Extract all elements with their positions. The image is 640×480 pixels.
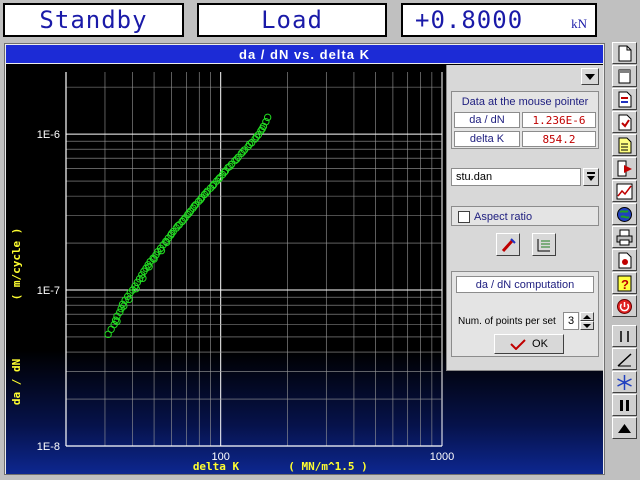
file-name: stu.dan <box>456 171 493 183</box>
deltak-label: delta K <box>454 131 520 147</box>
graph-button[interactable] <box>612 180 637 202</box>
blank-window-button[interactable] <box>612 65 637 87</box>
check-icon <box>510 339 526 350</box>
globe-button[interactable] <box>612 203 637 225</box>
status-value-display: +0.8000 kN <box>401 3 597 37</box>
open-file-button[interactable] <box>612 88 637 110</box>
settings-document-icon <box>618 252 632 268</box>
triangle-up-icon <box>618 423 631 433</box>
ramp-icon <box>617 352 632 367</box>
data-point <box>117 304 125 313</box>
status-mode: Standby <box>39 6 148 34</box>
data-point <box>247 139 256 147</box>
dadn-window: da / dN vs. delta K 1E-8 1E-7 1E-6 100 1000 d… <box>4 43 605 475</box>
pause-button[interactable] <box>612 394 637 416</box>
wand-icon <box>501 237 516 252</box>
status-mode-display: Standby <box>3 3 184 37</box>
x-axis-unit: ( MN/m^1.5 ) <box>288 460 367 473</box>
points-per-set-input[interactable]: 3 <box>563 312 579 330</box>
new-document-icon <box>618 45 632 61</box>
arrow-down-icon <box>587 172 595 181</box>
right-toolbar: ? <box>608 40 640 480</box>
data-point <box>196 195 205 204</box>
help-icon: ? <box>617 275 632 292</box>
triangle-down-icon <box>585 73 595 80</box>
globe-icon <box>617 206 632 222</box>
window-title: da / dN vs. delta K <box>6 45 603 63</box>
points-increment-button[interactable] <box>580 312 594 321</box>
cyclic-tool-button[interactable] <box>612 371 637 393</box>
y-axis-label: da / dN <box>10 359 23 405</box>
window-icon <box>618 69 631 83</box>
vertical-lines-icon <box>620 330 629 342</box>
report-icon <box>618 137 632 153</box>
y-tick-label: 1E-7 <box>37 285 60 297</box>
file-dropdown-button[interactable] <box>583 168 599 186</box>
y-axis-unit: ( m/cycle ) <box>10 228 23 301</box>
data-point <box>107 325 115 334</box>
data-point <box>202 189 210 197</box>
data-point <box>179 216 188 224</box>
print-button[interactable] <box>612 226 637 248</box>
triangle-up-icon <box>583 314 591 319</box>
computation-title: da / dN computation <box>456 276 594 293</box>
points-decrement-button[interactable] <box>580 321 594 330</box>
dadn-label: da / dN <box>454 112 520 128</box>
x-tick-label: 1000 <box>430 451 454 463</box>
line-graph-icon <box>616 183 633 199</box>
report-button[interactable] <box>612 134 637 156</box>
new-document-button[interactable] <box>612 42 637 64</box>
svg-text:?: ? <box>621 277 629 292</box>
snowflake-icon <box>617 374 632 390</box>
settings-document-button[interactable] <box>612 249 637 271</box>
status-channel: Load <box>261 6 323 34</box>
save-file-icon <box>618 114 632 130</box>
grid-lines-icon <box>537 238 550 251</box>
grid-tool-button[interactable] <box>532 233 556 256</box>
help-button[interactable]: ? <box>612 272 637 294</box>
scroll-up-button[interactable] <box>612 417 637 439</box>
aspect-ratio-checkbox[interactable] <box>458 211 470 223</box>
y-tick-label: 1E-8 <box>37 441 60 453</box>
status-value: +0.8000 <box>415 6 524 34</box>
printer-icon <box>616 229 633 245</box>
deltak-value: 854.2 <box>522 131 596 147</box>
divider-tool-button[interactable] <box>612 325 637 347</box>
data-point <box>190 202 199 210</box>
mouse-data-title: Data at the mouse pointer <box>461 95 589 108</box>
data-point <box>185 209 193 217</box>
open-file-icon <box>618 91 632 107</box>
pause-icon <box>620 399 629 411</box>
computation-group: da / dN computation Num. of points per s… <box>451 271 599 357</box>
data-point <box>157 246 166 255</box>
aspect-ratio-label: Aspect ratio <box>474 210 533 223</box>
ok-label: OK <box>532 338 548 350</box>
export-arrow-icon <box>617 160 632 176</box>
panel-menu-dropdown[interactable] <box>581 68 599 85</box>
export-button[interactable] <box>612 157 637 179</box>
save-file-button[interactable] <box>612 111 637 133</box>
data-point <box>239 148 247 156</box>
file-select[interactable]: stu.dan <box>451 168 581 186</box>
ok-button[interactable]: OK <box>494 334 564 354</box>
power-button[interactable] <box>612 295 637 317</box>
power-icon <box>617 298 632 314</box>
x-axis-label: delta K <box>193 460 240 473</box>
points-per-set-label: Num. of points per set <box>458 315 556 327</box>
aspect-ratio-group: Aspect ratio <box>451 206 599 226</box>
ramp-tool-button[interactable] <box>612 348 637 370</box>
data-point <box>232 155 241 163</box>
triangle-down-icon <box>583 323 591 328</box>
pick-tool-button[interactable] <box>496 233 520 256</box>
data-point <box>120 302 128 310</box>
side-panel: Data at the mouse pointer da / dN 1.236E… <box>446 65 603 371</box>
mouse-data-group: Data at the mouse pointer da / dN 1.236E… <box>451 91 599 149</box>
status-unit: kN <box>571 16 587 31</box>
status-channel-display: Load <box>197 3 387 37</box>
dadn-value: 1.236E-6 <box>522 112 596 128</box>
y-tick-label: 1E-6 <box>37 129 60 141</box>
